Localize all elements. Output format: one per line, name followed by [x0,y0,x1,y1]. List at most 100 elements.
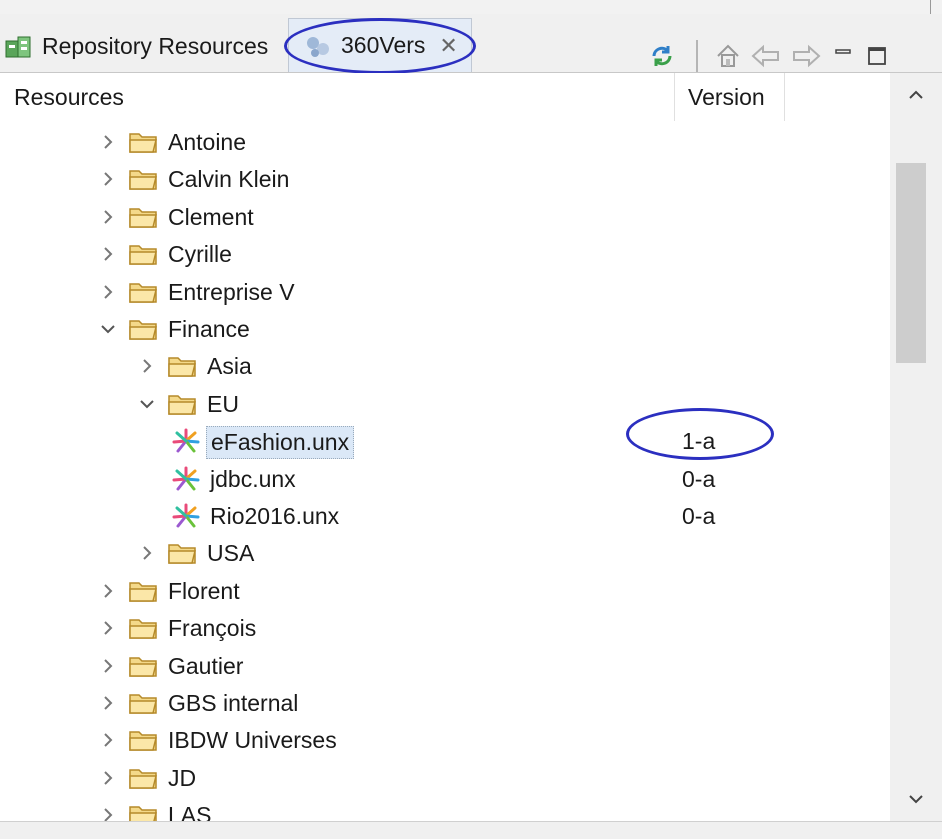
folder-icon [128,802,160,821]
tree-item-label: LAS [168,802,212,821]
scrollbar-thumb[interactable] [896,163,926,363]
tab-repository-resources[interactable]: Repository Resources [4,22,268,70]
tree-item-label: François [168,615,257,642]
view-toolbar [640,36,940,76]
universe-icon [170,428,202,454]
folder-icon [128,578,160,604]
tree-row-folder[interactable]: Finance [0,311,890,348]
tab-360vers[interactable]: 360Vers ✕ [288,18,472,72]
chevron-right-icon[interactable] [96,577,120,605]
tree-item-label: eFashion.unx [206,426,355,460]
tab-360vers-label: 360Vers [341,32,426,58]
universe-icon [170,503,202,529]
folder-icon [128,241,160,267]
folder-icon [128,279,160,305]
toolbar-separator [696,40,698,72]
tree-item-label: USA [207,540,255,567]
tree-row-folder[interactable]: Asia [0,348,890,385]
version-value: 1-a [682,428,716,455]
tree-item-label: Calvin Klein [168,166,290,193]
vertical-scrollbar[interactable] [890,73,942,821]
chevron-right-icon[interactable] [96,614,120,642]
tree-row-folder[interactable]: Cyrille [0,236,890,273]
back-arrow-icon[interactable] [746,38,786,74]
tree-row-folder[interactable]: François [0,610,890,647]
tree-item-label: EU [207,390,239,417]
chevron-right-icon[interactable] [135,352,159,380]
repository-icon [4,31,34,61]
chevron-down-icon[interactable] [135,390,159,418]
version-value: 0-a [682,503,716,529]
view-tab-bar: Repository Resources 360Vers ✕ [0,14,942,73]
home-icon[interactable] [710,38,746,74]
folder-icon [128,166,160,192]
universe-icon [170,466,202,492]
tree-item-label: Rio2016.unx [210,503,340,529]
chevron-right-icon[interactable] [96,726,120,754]
chevron-right-icon[interactable] [96,240,120,268]
tree-item-label: Entreprise V [168,278,295,305]
folder-icon [128,727,160,753]
folder-icon [128,615,160,641]
tree-row-folder[interactable]: USA [0,535,890,572]
tree-row-folder[interactable]: LAS [0,797,890,821]
chevron-right-icon[interactable] [96,203,120,231]
chevron-right-icon[interactable] [96,689,120,717]
version-value: 0-a [682,465,716,492]
column-header-version[interactable]: Version [688,73,765,121]
tree-row-folder[interactable]: EU [0,386,890,423]
chevron-right-icon[interactable] [96,278,120,306]
tree-item-label: IBDW Universes [168,727,337,754]
tree-row-folder[interactable]: Antoine [0,124,890,161]
tree-item-label: JD [168,764,197,791]
tree-item-label: Asia [207,353,252,380]
folder-icon [167,540,199,566]
top-border [0,0,942,15]
maximize-icon[interactable] [860,38,894,74]
tree-row-folder[interactable]: Florent [0,573,890,610]
tree-header: Resources Version [0,73,890,121]
folder-icon [128,204,160,230]
chevron-right-icon[interactable] [96,165,120,193]
chevron-right-icon[interactable] [135,539,159,567]
scroll-down-icon[interactable] [890,781,942,817]
tree-row-folder[interactable]: IBDW Universes [0,722,890,759]
chevron-right-icon[interactable] [96,764,120,792]
folder-icon [167,353,199,379]
folder-icon [167,391,199,417]
tree-item-label: Cyrille [168,241,232,268]
chevron-down-icon[interactable] [96,315,120,343]
chevron-right-icon[interactable] [96,801,120,821]
folder-icon [128,316,160,342]
tree-row-folder[interactable]: GBS internal [0,685,890,722]
close-icon[interactable]: ✕ [439,33,457,59]
tree-row-folder[interactable]: Entreprise V [0,274,890,311]
tree-item-label: Florent [168,577,240,604]
folder-icon [128,765,160,791]
tree-item-label: jdbc.unx [210,465,296,492]
tree-row-folder[interactable]: Clement [0,199,890,236]
folder-icon [128,653,160,679]
column-header-resources[interactable]: Resources [14,73,124,121]
status-bar [0,821,942,839]
tree-item-label: Clement [168,203,254,230]
tree-item-label: GBS internal [168,690,299,716]
tree-row-universe[interactable]: jdbc.unx 0-a [0,461,890,498]
folder-icon [128,129,160,155]
chevron-right-icon[interactable] [96,128,120,156]
chevron-right-icon[interactable] [96,652,120,680]
tree-row-folder[interactable]: Gautier [0,648,890,685]
minimize-icon[interactable] [826,38,860,74]
folder-icon [128,690,160,716]
tree-row-folder[interactable]: JD [0,760,890,797]
resource-tree: Antoine Calvin Klein Clement Cyrille Entrepr… [0,121,890,821]
tree-row-universe[interactable]: eFashion.unx 1-a [0,423,890,460]
tree-row-universe[interactable]: Rio2016.unx 0-a [0,498,890,535]
tree-row-folder[interactable]: Calvin Klein [0,161,890,198]
forward-arrow-icon[interactable] [786,38,826,74]
tree-item-label: Finance [168,316,250,342]
refresh-icon[interactable] [640,38,684,74]
scroll-up-icon[interactable] [890,77,942,113]
universe-tab-icon [303,31,333,61]
tree-item-label: Gautier [168,652,244,679]
